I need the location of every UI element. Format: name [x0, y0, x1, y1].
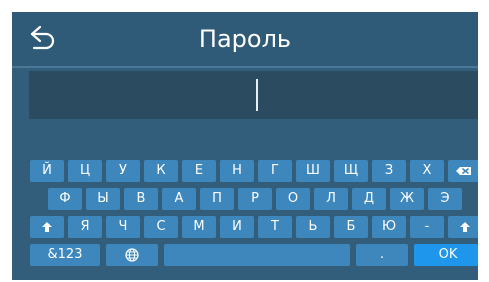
key-1[interactable]: Й: [30, 160, 64, 182]
globe-icon: [125, 248, 139, 262]
key-r2-4[interactable]: А: [162, 188, 196, 210]
key-r3-1[interactable]: Я: [68, 216, 102, 238]
backspace-key[interactable]: [448, 160, 478, 182]
shift-icon: [460, 222, 470, 232]
key-8[interactable]: Ш: [296, 160, 330, 182]
key-r3-7[interactable]: Ь: [296, 216, 330, 238]
key-r2-11[interactable]: Э: [428, 188, 462, 210]
symbols-key[interactable]: &123: [30, 244, 100, 266]
key-r2-8[interactable]: Л: [314, 188, 348, 210]
language-key[interactable]: [106, 244, 158, 266]
key-r3-5[interactable]: И: [220, 216, 254, 238]
key-r3-6[interactable]: Т: [258, 216, 292, 238]
key-r3-3[interactable]: С: [144, 216, 178, 238]
key-r2-2[interactable]: Ы: [86, 188, 120, 210]
backspace-icon: [456, 167, 471, 175]
key-r3-8[interactable]: Б: [334, 216, 368, 238]
space-key[interactable]: [164, 244, 350, 266]
key-r2-6[interactable]: Р: [238, 188, 272, 210]
key-11[interactable]: Х: [410, 160, 444, 182]
key-2[interactable]: Ц: [68, 160, 102, 182]
shift-key-right[interactable]: [448, 216, 478, 238]
key-r2-5[interactable]: П: [200, 188, 234, 210]
header-bar: Пароль: [12, 12, 478, 66]
header-divider: [12, 66, 478, 68]
key-3[interactable]: У: [106, 160, 140, 182]
page-title: Пароль: [198, 25, 292, 53]
key-r2-10[interactable]: Ж: [390, 188, 424, 210]
key-6[interactable]: Н: [220, 160, 254, 182]
key-r2-3[interactable]: В: [124, 188, 158, 210]
shift-icon: [42, 222, 52, 232]
key-9[interactable]: Щ: [334, 160, 368, 182]
key-r2-7[interactable]: О: [276, 188, 310, 210]
key-10[interactable]: З: [372, 160, 406, 182]
password-screen: Пароль Й Ц У К Е Н Г Ш Щ З Х Ф Ы В А П Р О Л Д Ж Э Я Ч С М И Т Ь Б Ю - &…: [12, 12, 478, 280]
password-input[interactable]: [29, 71, 478, 119]
shift-key-left[interactable]: [30, 216, 64, 238]
dot-key[interactable]: .: [356, 244, 408, 266]
ok-button[interactable]: OK: [414, 244, 478, 266]
key-r3-4[interactable]: М: [182, 216, 216, 238]
text-caret: [256, 79, 258, 111]
key-r3-10[interactable]: -: [410, 216, 444, 238]
key-r3-2[interactable]: Ч: [106, 216, 140, 238]
key-4[interactable]: К: [144, 160, 178, 182]
key-7[interactable]: Г: [258, 160, 292, 182]
key-r2-1[interactable]: Ф: [48, 188, 82, 210]
key-5[interactable]: Е: [182, 160, 216, 182]
key-r2-9[interactable]: Д: [352, 188, 386, 210]
key-r3-9[interactable]: Ю: [372, 216, 406, 238]
